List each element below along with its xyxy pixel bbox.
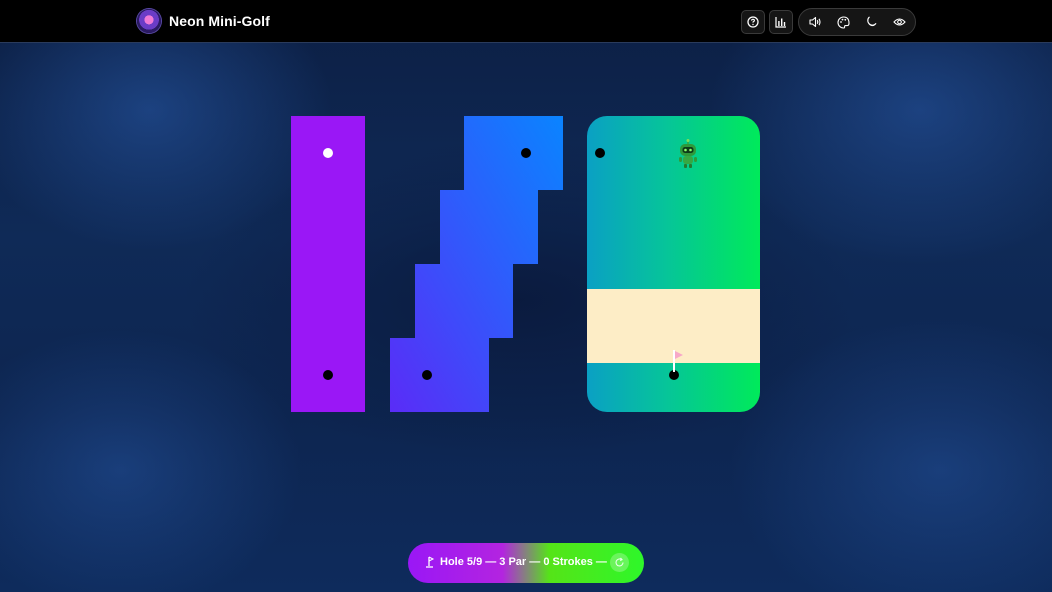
top-bar: Neon Mini-Golf [0, 0, 1052, 43]
settings-toggle-group [798, 8, 916, 36]
pink-flag-icon [675, 351, 683, 359]
golf-ball[interactable] [323, 148, 333, 158]
theme-toggle-button[interactable] [863, 14, 879, 30]
view-toggle-button[interactable] [891, 14, 907, 30]
app-title: Neon Mini-Golf [169, 13, 270, 29]
eye-icon [892, 18, 906, 26]
golf-tee-icon [426, 556, 435, 568]
hud-status-text: Hole 5/9 — 3 Par — 0 Strokes — [440, 556, 607, 568]
palette-button[interactable] [835, 14, 851, 30]
bar-chart-icon [775, 17, 786, 28]
speaker-icon [808, 16, 821, 28]
lane-staircase [390, 116, 563, 412]
reset-icon [615, 557, 624, 567]
score-hud: Hole 5/9 — 3 Par — 0 Strokes — [408, 543, 644, 583]
brand[interactable]: Neon Mini-Golf [137, 9, 270, 33]
tee-marker [521, 148, 531, 158]
moon-icon [867, 16, 877, 27]
reset-button[interactable] [610, 553, 629, 572]
question-circle-icon [747, 16, 759, 28]
tee-marker [422, 370, 432, 380]
neon-golf-logo-icon [137, 9, 161, 33]
lane-straight [291, 116, 365, 412]
palette-icon [837, 15, 850, 29]
green-robot-icon [679, 139, 697, 168]
stats-button[interactable] [769, 10, 793, 34]
help-button[interactable] [741, 10, 765, 34]
tee-marker [323, 370, 333, 380]
sound-toggle-button[interactable] [807, 14, 823, 30]
tee-marker [595, 148, 605, 158]
